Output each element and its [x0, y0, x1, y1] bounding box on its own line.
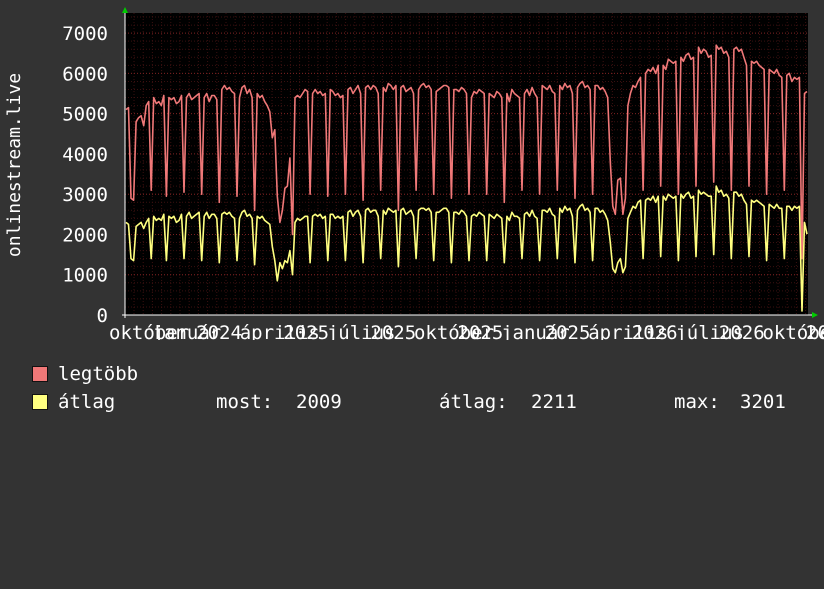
- y-tick-label: 4000: [62, 144, 108, 166]
- stat-max-value: 3201: [740, 391, 786, 413]
- x-tick-label: 2025: [283, 322, 329, 340]
- stat-atlag-value: 2211: [531, 391, 577, 413]
- y-tick-label: 0: [97, 305, 108, 327]
- y-tick-label: 3000: [62, 184, 108, 206]
- x-tick-label: 2025: [370, 322, 416, 340]
- x-tick-labels: októberjanuár2024április2025július2025ok…: [109, 322, 824, 340]
- stat-most-label: most:: [216, 391, 274, 413]
- plot-area: [125, 13, 808, 315]
- y-tick-label: 7000: [62, 23, 108, 45]
- legend-row-avg: átlag most: 2009 átlag: 2211 max: 3201: [32, 391, 822, 413]
- x-tick-label: 2025: [545, 322, 591, 340]
- x-tick-label: 2026: [632, 322, 678, 340]
- y-axis-arrow-icon: [122, 7, 128, 13]
- chart-canvas: 0 1000 2000 3000 4000 5000 6000 7000 októberjan…: [4, 7, 824, 340]
- y-axis-label: onlinestream.live: [4, 73, 25, 257]
- x-tick-label: 2026: [719, 322, 765, 340]
- y-tick-labels: 0 1000 2000 3000 4000 5000 6000 7000: [62, 23, 108, 327]
- legend-swatch-max: [32, 366, 48, 382]
- legend-label-max: legtöbb: [58, 363, 139, 385]
- y-tick-label: 6000: [62, 63, 108, 85]
- y-tick-label: 2000: [62, 224, 108, 246]
- x-tick-label: 2024: [196, 322, 242, 340]
- legend-row-max: legtöbb: [32, 363, 822, 385]
- x-tick-label: 2025: [458, 322, 504, 340]
- x-axis-arrow-icon: [812, 312, 818, 318]
- y-tick-label: 1000: [62, 265, 108, 287]
- x-tick-label: 2026: [806, 322, 824, 340]
- stat-atlag-label: átlag:: [439, 391, 508, 413]
- stat-most-value: 2009: [296, 391, 342, 413]
- legend-label-avg: átlag: [58, 391, 116, 413]
- legend-swatch-avg: [32, 394, 48, 410]
- y-tick-label: 5000: [62, 104, 108, 126]
- stat-max-label: max:: [674, 391, 720, 413]
